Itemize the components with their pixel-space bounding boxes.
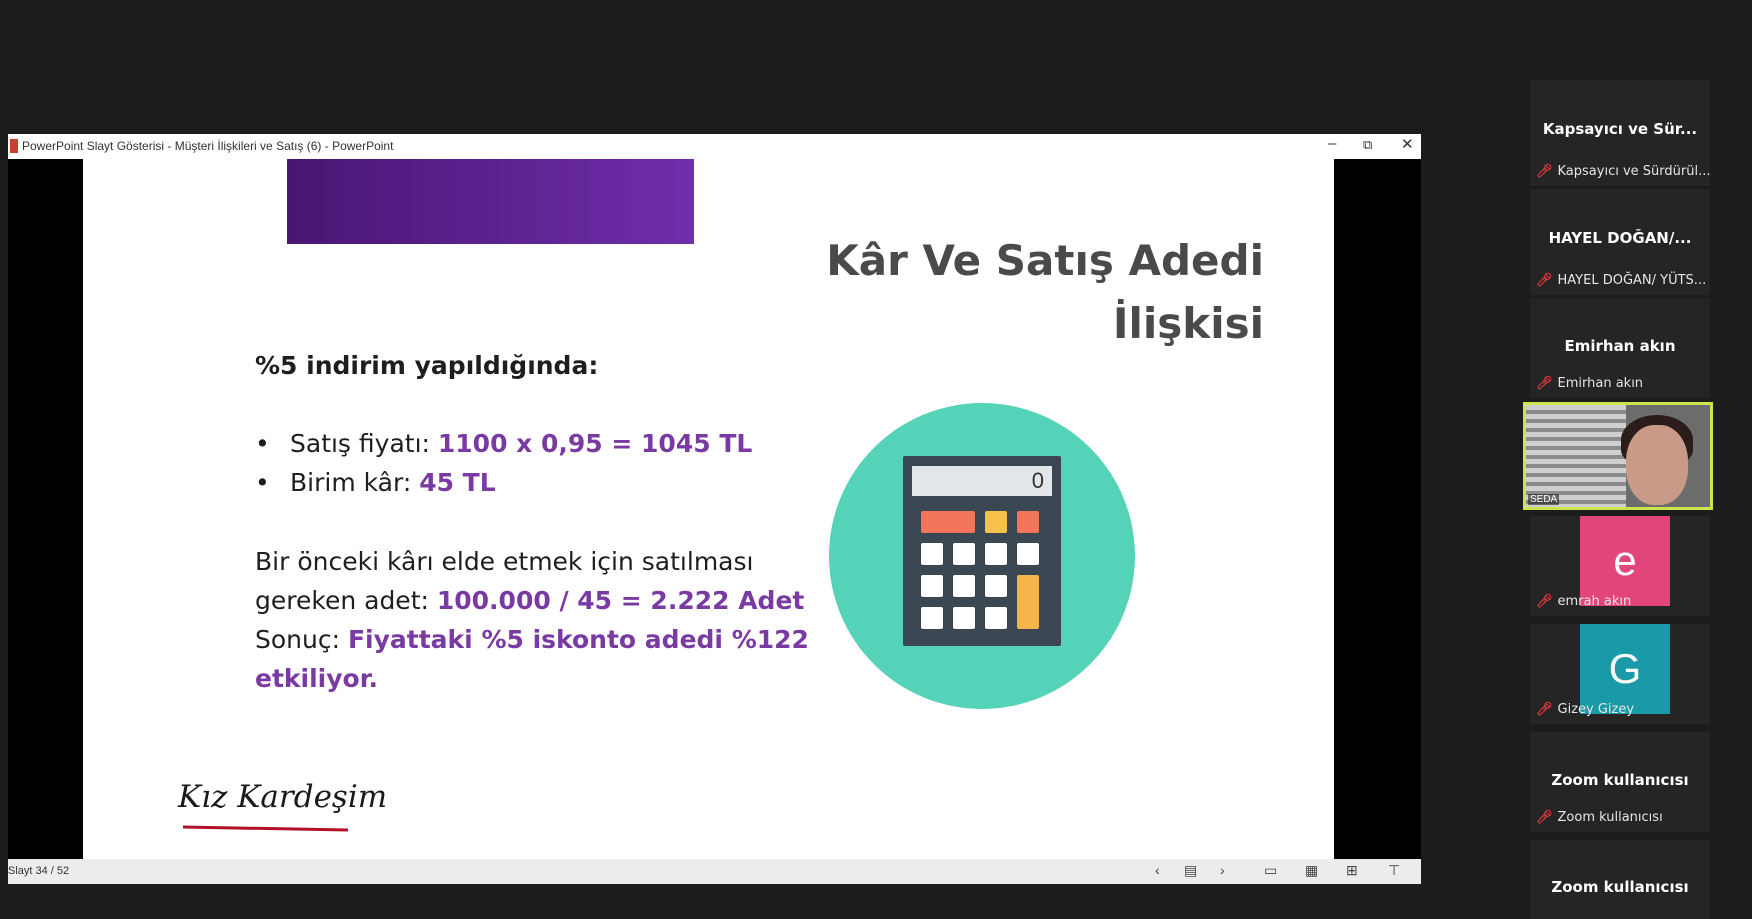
normal-view-icon[interactable]: ▭ bbox=[1264, 862, 1277, 879]
logo-underline bbox=[182, 825, 349, 832]
muted-mic-icon: 🎤︎ bbox=[1536, 702, 1553, 717]
calculator-key bbox=[921, 575, 943, 597]
participant-tile[interactable]: HAYEL DOĞAN/... 🎤︎ HAYEL DOĞAN/ YÜTS... bbox=[1530, 189, 1710, 295]
calculator-key bbox=[1017, 575, 1039, 629]
calculator-key bbox=[953, 607, 975, 629]
participant-name: Gizey Gizey bbox=[1557, 702, 1635, 717]
window-titlebar: PowerPoint Slayt Gösterisi - Müşteri İli… bbox=[8, 134, 1421, 159]
menu-icon[interactable]: ▤ bbox=[1184, 862, 1197, 879]
bullet-label: Birim kâr: bbox=[290, 468, 420, 497]
prev-icon[interactable]: ‹ bbox=[1155, 862, 1160, 878]
participant-tile[interactable]: Emirhan akın 🎤︎ Emirhan akın bbox=[1530, 298, 1710, 398]
paragraph-result: Sonuç: Fiyattaki %5 iskonto adedi %122 e… bbox=[255, 620, 815, 698]
calculator-key bbox=[1017, 511, 1039, 533]
muted-mic-icon: 🎤︎ bbox=[1536, 164, 1553, 179]
participant-tile[interactable]: G 🎤︎ Gizey Gizey bbox=[1530, 624, 1710, 724]
slide-title-line1: Kâr Ve Satış Adedi bbox=[826, 236, 1264, 285]
participant-title: Zoom kullanıcısı bbox=[1551, 771, 1689, 789]
participant-name: Emirhan akın bbox=[1557, 376, 1644, 391]
participant-label: 🎤︎ HAYEL DOĞAN/ YÜTS... bbox=[1536, 273, 1706, 288]
participant-label: 🎤︎ Kapsayıcı ve Sürdürül... bbox=[1536, 164, 1710, 179]
calculator-key bbox=[985, 543, 1007, 565]
participant-label: 🎤︎ Zoom kullanıcısı bbox=[1536, 810, 1663, 825]
reading-view-icon[interactable]: ⊞ bbox=[1346, 862, 1358, 879]
active-speaker-video[interactable]: SEDA bbox=[1523, 402, 1713, 510]
participant-title: Kapsayıcı ve Sür... bbox=[1542, 120, 1698, 138]
video-participant-name: SEDA bbox=[1528, 494, 1560, 505]
muted-mic-icon: 🎤︎ bbox=[1536, 594, 1553, 609]
calculator-key bbox=[921, 607, 943, 629]
participant-label: 🎤︎ Emirhan akın bbox=[1536, 376, 1643, 391]
next-icon[interactable]: › bbox=[1220, 862, 1225, 878]
window-title: PowerPoint Slayt Gösterisi - Müşteri İli… bbox=[22, 139, 394, 153]
bullet-value: 45 TL bbox=[419, 468, 496, 497]
muted-mic-icon: 🎤︎ bbox=[1536, 273, 1553, 288]
participant-title: Emirhan akın bbox=[1564, 337, 1676, 355]
participant-tile[interactable]: Zoom kullanıcısı 🎤︎ Zoom kullanıcısı bbox=[1530, 732, 1710, 832]
slide-counter: Slayt 34 / 52 bbox=[8, 865, 70, 877]
calculator-key bbox=[953, 543, 975, 565]
avatar: e bbox=[1580, 516, 1670, 606]
bullet-label: Satış fiyatı: bbox=[290, 429, 438, 458]
video-background bbox=[1526, 405, 1626, 507]
participant-tile[interactable]: Zoom kullanıcısı bbox=[1530, 840, 1710, 919]
slide-title-line2: İlişkisi bbox=[1112, 299, 1264, 348]
participant-title: HAYEL DOĞAN/... bbox=[1548, 229, 1692, 247]
paragraph-text: gereken adet: bbox=[255, 586, 437, 615]
calculator-key bbox=[1017, 543, 1039, 565]
slide-title: Kâr Ve Satış Adedi İlişkisi bbox=[744, 229, 1264, 355]
calculator-key bbox=[921, 543, 943, 565]
participant-name: Kapsayıcı ve Sürdürül... bbox=[1557, 164, 1711, 179]
calculator-icon: 0 bbox=[903, 456, 1061, 646]
paragraph-label: Sonuç: bbox=[255, 625, 348, 654]
slide-sorter-icon[interactable]: ▦ bbox=[1305, 862, 1318, 879]
calculator-key bbox=[985, 511, 1007, 533]
muted-mic-icon: 🎤︎ bbox=[1536, 376, 1553, 391]
bullet-item: Birim kâr: 45 TL bbox=[255, 463, 752, 502]
slideshow-icon[interactable]: ⊤ bbox=[1388, 862, 1400, 879]
paragraph-text: Bir önceki kârı elde etmek için satılmas… bbox=[255, 547, 754, 576]
powerpoint-window: PowerPoint Slayt Gösterisi - Müşteri İli… bbox=[8, 134, 1421, 884]
calculator-key bbox=[985, 575, 1007, 597]
calculator-key bbox=[921, 511, 975, 533]
bullet-item: Satış fiyatı: 1100 x 0,95 = 1045 TL bbox=[255, 424, 752, 463]
slide[interactable]: Kâr Ve Satış Adedi İlişkisi %5 indirim y… bbox=[83, 159, 1334, 861]
minimize-button[interactable]: – bbox=[1328, 135, 1336, 152]
participant-title: Zoom kullanıcısı bbox=[1551, 878, 1689, 896]
paragraph-required-quantity: Bir önceki kârı elde etmek için satılmas… bbox=[255, 542, 815, 620]
calculator-key bbox=[985, 607, 1007, 629]
bullet-value: 1100 x 0,95 = 1045 TL bbox=[437, 429, 753, 458]
participant-name: emrah akın bbox=[1557, 594, 1632, 609]
participant-name: Zoom kullanıcısı bbox=[1557, 810, 1663, 825]
participant-name: HAYEL DOĞAN/ YÜTS... bbox=[1557, 273, 1707, 288]
calculator-key bbox=[953, 575, 975, 597]
purple-banner bbox=[287, 159, 694, 244]
calculator-display: 0 bbox=[912, 466, 1052, 496]
muted-mic-icon: 🎤︎ bbox=[1536, 810, 1553, 825]
participant-label: 🎤︎ emrah akın bbox=[1536, 594, 1631, 609]
slide-area: Kâr Ve Satış Adedi İlişkisi %5 indirim y… bbox=[8, 159, 1421, 861]
paragraph-value: 100.000 / 45 = 2.222 Adet bbox=[436, 586, 805, 615]
participant-tile[interactable]: Kapsayıcı ve Sür... 🎤︎ Kapsayıcı ve Sürdü… bbox=[1530, 80, 1710, 186]
close-button[interactable]: ✕ bbox=[1401, 135, 1414, 153]
slide-heading: %5 indirim yapıldığında: bbox=[255, 351, 599, 380]
brand-logo: Kız Kardeşim bbox=[178, 779, 388, 815]
video-person-face bbox=[1626, 425, 1688, 505]
powerpoint-icon bbox=[10, 139, 18, 153]
participant-tile[interactable]: e 🎤︎ emrah akın bbox=[1530, 516, 1710, 616]
participant-label: 🎤︎ Gizey Gizey bbox=[1536, 702, 1634, 717]
slideshow-statusbar: Slayt 34 / 52 ‹ ▤ › ▭ ▦ ⊞ ⊤ bbox=[8, 859, 1421, 884]
avatar: G bbox=[1580, 624, 1670, 714]
bullet-list: Satış fiyatı: 1100 x 0,95 = 1045 TL Biri… bbox=[255, 424, 752, 502]
restore-button[interactable]: ⧉ bbox=[1363, 137, 1372, 153]
